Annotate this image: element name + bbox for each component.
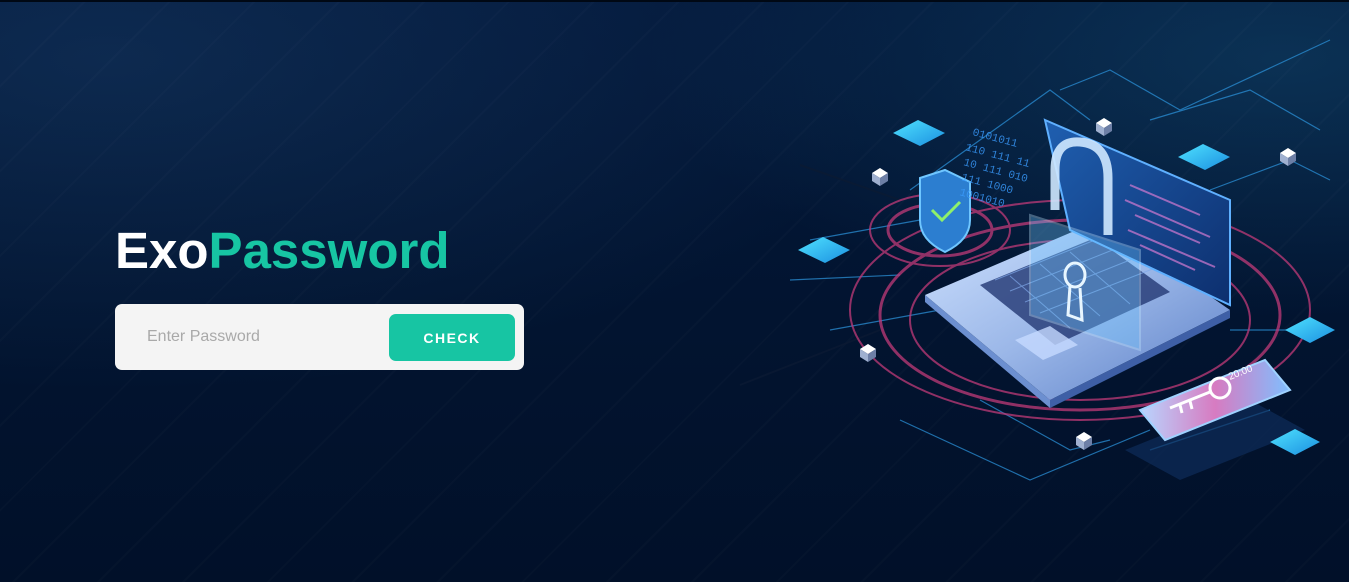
password-input[interactable]	[133, 316, 401, 358]
check-button[interactable]: CHECK	[389, 314, 515, 361]
app-logo-title: ExoPassword	[115, 222, 449, 280]
security-illustration: 0101011 110 111 11 10 111 010 111 1000 1…	[730, 30, 1349, 500]
logo-text-password: Password	[208, 222, 450, 279]
logo-text-exo: Exo	[115, 222, 209, 279]
binary-code-icon: 0101011 110 111 11 10 111 010 111 1000 1…	[958, 127, 1031, 211]
password-check-form: CHECK	[115, 304, 524, 370]
smartphone-key-icon: 20:00	[1125, 358, 1305, 480]
cyber-security-illustration-svg: 0101011 110 111 11 10 111 010 111 1000 1…	[739, 39, 1335, 481]
top-border	[0, 0, 1349, 2]
